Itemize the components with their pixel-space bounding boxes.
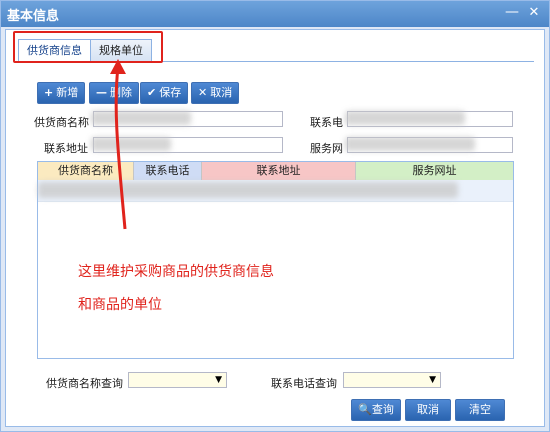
filter-cancel-button[interactable]: 取消 — [405, 399, 451, 421]
query-label: 查询 — [371, 403, 394, 416]
annotation-line-2: 和商品的单位 — [78, 297, 162, 313]
main-window: 基本信息 — ✕ 供货商信息 规格单位 + 新增 — 删除 ✔ 保存 ✕ 取消 供货商名… — [0, 0, 550, 432]
clear-button[interactable]: 清空 — [455, 399, 505, 421]
arrow-head — [110, 59, 126, 74]
dropdown-arrow-icon[interactable]: ▼ — [215, 373, 222, 387]
dropdown-arrow-icon[interactable]: ▼ — [429, 373, 436, 387]
supplier-query-label: 供货商名称查询 — [46, 377, 123, 390]
phone-query-combo[interactable]: ▼ — [343, 372, 441, 388]
supplier-query-combo[interactable]: ▼ — [128, 372, 227, 388]
phone-query-label: 联系电话查询 — [271, 377, 337, 390]
search-icon: 🔍 — [358, 403, 372, 416]
annotation-arrow — [110, 59, 127, 230]
query-button[interactable]: 🔍查询 — [351, 399, 401, 421]
arrow-shaft — [114, 66, 127, 230]
annotation-line-1: 这里维护采购商品的供货商信息 — [78, 264, 274, 280]
